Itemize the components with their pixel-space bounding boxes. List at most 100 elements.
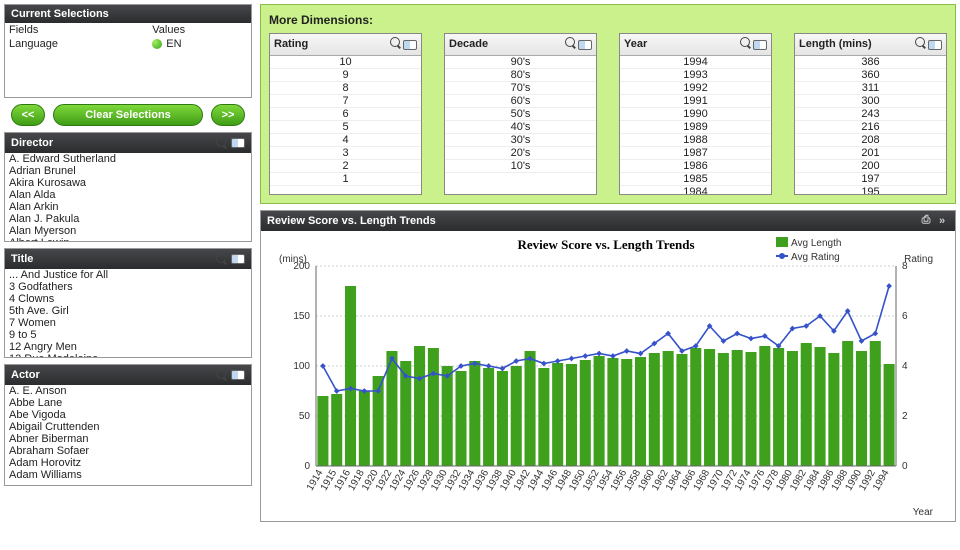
- clear-icon[interactable]: [231, 368, 245, 382]
- list-item[interactable]: 60's: [445, 95, 596, 108]
- chart-bar[interactable]: [594, 356, 605, 466]
- fast-forward-icon[interactable]: »: [935, 214, 949, 228]
- clear-icon[interactable]: [578, 38, 592, 52]
- search-icon[interactable]: [215, 368, 229, 382]
- list-item[interactable]: 9: [270, 69, 421, 82]
- list-item[interactable]: 208: [795, 134, 946, 147]
- list-item[interactable]: 7: [270, 95, 421, 108]
- list-item[interactable]: 216: [795, 121, 946, 134]
- list-item[interactable]: 311: [795, 82, 946, 95]
- forward-button[interactable]: >>: [211, 104, 245, 126]
- list-item[interactable]: Adam Horovitz: [5, 457, 251, 469]
- list-item[interactable]: 1990: [620, 108, 771, 121]
- chart-bar[interactable]: [787, 351, 798, 466]
- chart-bar[interactable]: [607, 358, 618, 466]
- chart-line-point[interactable]: [569, 355, 575, 361]
- list-item[interactable]: 1992: [620, 82, 771, 95]
- list-item[interactable]: A. E. Anson: [5, 385, 251, 397]
- list-item[interactable]: 9 to 5: [5, 329, 251, 341]
- list-item[interactable]: 20's: [445, 147, 596, 160]
- list-item[interactable]: Alan Arkin: [5, 201, 251, 213]
- list-item[interactable]: 5: [270, 121, 421, 134]
- clear-icon[interactable]: [231, 252, 245, 266]
- chart-bar[interactable]: [580, 360, 591, 466]
- list-item[interactable]: 1: [270, 173, 421, 186]
- list-item[interactable]: ... And Justice for All: [5, 269, 251, 281]
- chart-line-point[interactable]: [624, 348, 630, 354]
- list-item[interactable]: 1988: [620, 134, 771, 147]
- chart-bar[interactable]: [773, 348, 784, 466]
- list-item[interactable]: 1984: [620, 186, 771, 194]
- list-item[interactable]: 243: [795, 108, 946, 121]
- list-item[interactable]: 7 Women: [5, 317, 251, 329]
- chart-line-point[interactable]: [555, 358, 561, 364]
- list-item[interactable]: Abigail Cruttenden: [5, 421, 251, 433]
- list-item[interactable]: 10: [270, 56, 421, 69]
- chart-bar[interactable]: [828, 353, 839, 466]
- chart-bar[interactable]: [842, 341, 853, 466]
- list-item[interactable]: 386: [795, 56, 946, 69]
- chart-bar[interactable]: [331, 394, 342, 466]
- chart-line-point[interactable]: [748, 335, 754, 341]
- list-item[interactable]: 195: [795, 186, 946, 194]
- clear-icon[interactable]: [231, 136, 245, 150]
- list-item[interactable]: 197: [795, 173, 946, 186]
- list-item[interactable]: Alan Myerson: [5, 225, 251, 237]
- chart-bar[interactable]: [511, 366, 522, 466]
- chart-bar[interactable]: [676, 354, 687, 466]
- list-item[interactable]: 2: [270, 160, 421, 173]
- chart-bar[interactable]: [870, 341, 881, 466]
- chart-bar[interactable]: [635, 357, 646, 466]
- list-item[interactable]: 12 Rue Madeleine: [5, 353, 251, 357]
- list-item[interactable]: 5th Ave. Girl: [5, 305, 251, 317]
- list-item[interactable]: Alan Alda: [5, 189, 251, 201]
- search-icon[interactable]: [564, 36, 578, 50]
- chart-bar[interactable]: [759, 346, 770, 466]
- chart-bar[interactable]: [690, 348, 701, 466]
- list-item[interactable]: 4: [270, 134, 421, 147]
- selection-row[interactable]: Language EN: [5, 37, 251, 51]
- list-item[interactable]: 1989: [620, 121, 771, 134]
- list-item[interactable]: 201: [795, 147, 946, 160]
- list-item[interactable]: 1987: [620, 147, 771, 160]
- chart-bar[interactable]: [621, 359, 632, 466]
- search-icon[interactable]: [215, 136, 229, 150]
- list-item[interactable]: 1993: [620, 69, 771, 82]
- list-item[interactable]: Abraham Sofaer: [5, 445, 251, 457]
- chart-bar[interactable]: [483, 368, 494, 466]
- clear-icon[interactable]: [928, 38, 942, 52]
- chart-line-point[interactable]: [541, 360, 547, 366]
- list-item[interactable]: Abe Vigoda: [5, 409, 251, 421]
- chart-bar[interactable]: [801, 343, 812, 466]
- clear-icon[interactable]: [753, 38, 767, 52]
- list-item[interactable]: 1985: [620, 173, 771, 186]
- chart-bar[interactable]: [345, 286, 356, 466]
- list-item[interactable]: Albert Lewin: [5, 237, 251, 241]
- list-item[interactable]: Abner Biberman: [5, 433, 251, 445]
- chart-bar[interactable]: [455, 371, 466, 466]
- list-item[interactable]: 8: [270, 82, 421, 95]
- chart-bar[interactable]: [856, 351, 867, 466]
- list-item[interactable]: 3: [270, 147, 421, 160]
- chart-bar[interactable]: [317, 396, 328, 466]
- list-item[interactable]: 90's: [445, 56, 596, 69]
- chart-line-point[interactable]: [582, 353, 588, 359]
- print-icon[interactable]: ⎙: [919, 214, 933, 228]
- list-item[interactable]: Adrian Brunel: [5, 165, 251, 177]
- chart-bar[interactable]: [428, 348, 439, 466]
- search-icon[interactable]: [739, 36, 753, 50]
- chart-bar[interactable]: [359, 391, 370, 466]
- list-item[interactable]: 80's: [445, 69, 596, 82]
- list-item[interactable]: 30's: [445, 134, 596, 147]
- list-item[interactable]: Akira Kurosawa: [5, 177, 251, 189]
- chart-bar[interactable]: [552, 363, 563, 466]
- clear-icon[interactable]: [403, 38, 417, 52]
- chart-bar[interactable]: [649, 353, 660, 466]
- list-item[interactable]: 1991: [620, 95, 771, 108]
- list-item[interactable]: 4 Clowns: [5, 293, 251, 305]
- chart-bar[interactable]: [525, 351, 536, 466]
- list-item[interactable]: 360: [795, 69, 946, 82]
- chart-bar[interactable]: [566, 364, 577, 466]
- list-item[interactable]: 300: [795, 95, 946, 108]
- list-item[interactable]: 1986: [620, 160, 771, 173]
